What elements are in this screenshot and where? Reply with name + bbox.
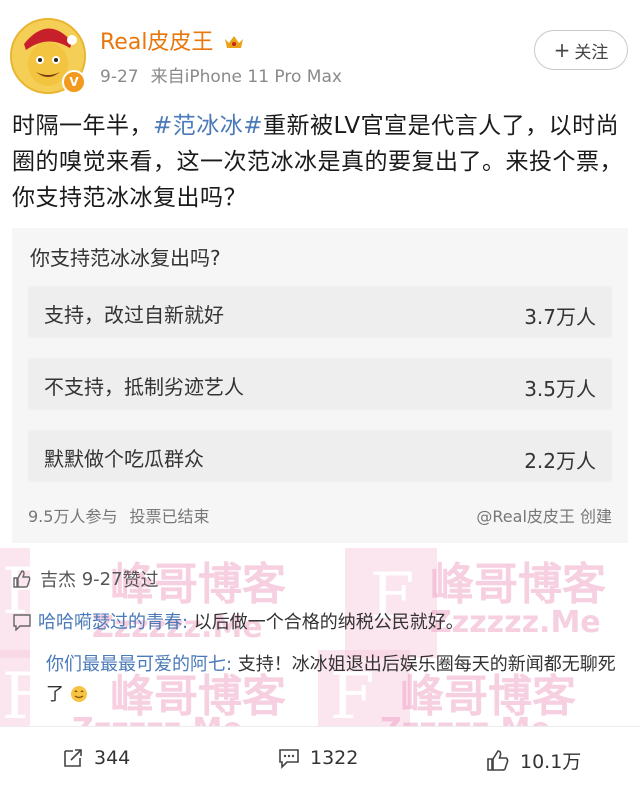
- like-date: 9-27: [81, 568, 123, 590]
- comment-count: 1322: [310, 747, 359, 769]
- comment-item: 哈哈嗬瑟过的青春: 以后做一个合格的纳税公民就好。: [12, 608, 628, 638]
- poll-option-count: 3.7万人: [524, 305, 596, 329]
- watermark-blog-name: 峰哥博客: [430, 559, 606, 610]
- poll-option-label: 支持，改过自新就好: [44, 303, 224, 327]
- poll-question: 你支持范冰冰复出吗?: [30, 246, 221, 270]
- follow-button[interactable]: + 关注: [534, 30, 628, 70]
- post-header: V Real皮皮王 9-27 来自iPhone 11 Pro Max + 关注: [0, 0, 640, 100]
- like-button[interactable]: 10.1万: [486, 747, 581, 774]
- comment-button[interactable]: 1322: [278, 747, 358, 769]
- poll-footer: 9.5万人参与 投票已结束: [28, 503, 221, 527]
- poll-option[interactable]: 支持，改过自新就好 3.7万人: [28, 286, 612, 338]
- plus-icon: +: [553, 38, 571, 62]
- repost-icon: [64, 749, 82, 767]
- watermark-letter: F: [2, 660, 47, 734]
- username-text[interactable]: Real皮皮王: [100, 30, 213, 55]
- comment-bubble-icon: [279, 749, 299, 769]
- repost-button[interactable]: 344: [62, 747, 130, 769]
- poll-option[interactable]: 默默做个吃瓜群众 2.2万人: [28, 430, 612, 482]
- post-time: 9-27: [100, 67, 139, 87]
- post-device: 来自iPhone 11 Pro Max: [150, 67, 342, 87]
- comment-icon: [13, 614, 31, 631]
- like-count: 10.1万: [520, 751, 582, 773]
- poll-card: 你支持范冰冰复出吗? 支持，改过自新就好 3.7万人 不支持，抵制劣迹艺人 3.…: [12, 228, 628, 543]
- like-icon: [487, 749, 509, 771]
- post-meta: 9-27 来自iPhone 11 Pro Max: [100, 62, 354, 87]
- poll-creator[interactable]: @Real皮皮王 创建: [476, 503, 612, 527]
- comment-text: 以后做一个合格的纳税公民就好。: [188, 612, 464, 633]
- poll-option-count: 2.2万人: [524, 449, 596, 473]
- post-body: 时隔一年半，#范冰冰#重新被LV官宣是代言人了，以时尚圈的嗅觉来看，这一次范冰冰…: [12, 108, 628, 216]
- crown-icon: [225, 36, 244, 48]
- poll-participants: 9.5万人参与: [28, 507, 118, 526]
- emoji-icon: [70, 686, 87, 702]
- liker-name[interactable]: 吉杰: [40, 566, 76, 592]
- repost-count: 344: [94, 747, 131, 769]
- commenter-name[interactable]: 你们最最最可爱的阿七:: [46, 654, 232, 675]
- poll-option-count: 3.5万人: [524, 377, 596, 401]
- verified-badge: V: [62, 70, 86, 94]
- comment-item: 你们最最最可爱的阿七: 支持！冰冰姐退出后娱乐圈每天的新闻都无聊死了: [46, 650, 616, 710]
- liked-by-row: 吉杰 9-27 赞过: [12, 566, 159, 592]
- poll-status: 投票已结束: [129, 507, 210, 526]
- username[interactable]: Real皮皮王: [100, 24, 244, 56]
- hashtag-link[interactable]: #范冰冰#: [153, 113, 263, 139]
- commenter-name[interactable]: 哈哈嗬瑟过的青春:: [38, 612, 188, 633]
- post-text-before: 时隔一年半，: [12, 113, 153, 139]
- poll-option[interactable]: 不支持，抵制劣迹艺人 3.5万人: [28, 358, 612, 410]
- action-bar: 344 1322 10.1万: [0, 726, 640, 792]
- thumbs-up-icon: [13, 570, 31, 588]
- like-action: 赞过: [122, 570, 159, 591]
- poll-option-label: 默默做个吃瓜群众: [44, 447, 204, 471]
- poll-option-label: 不支持，抵制劣迹艺人: [44, 375, 244, 399]
- follow-label: 关注: [574, 42, 609, 63]
